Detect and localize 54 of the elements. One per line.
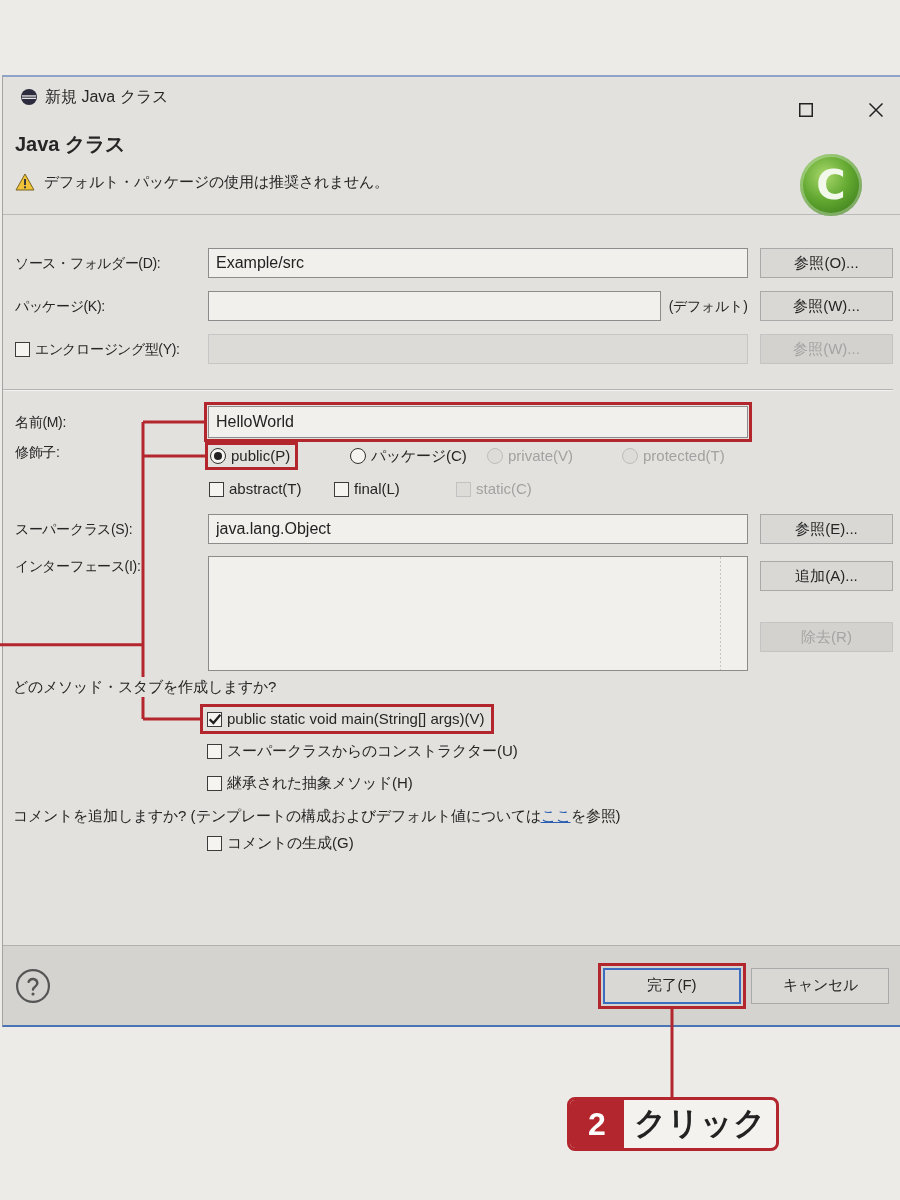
option-label: protected(T) bbox=[643, 446, 725, 466]
field-suffix: (デフォルト) bbox=[668, 297, 748, 316]
tick-icon bbox=[208, 713, 221, 725]
radio-button[interactable] bbox=[210, 448, 226, 464]
checkbox[interactable] bbox=[209, 481, 224, 497]
list-button[interactable]: 追加(A)... bbox=[760, 561, 893, 591]
text-field[interactable]: java.lang.Object bbox=[208, 514, 748, 544]
radio-button[interactable] bbox=[350, 448, 366, 464]
option-label: コメントの生成(G) bbox=[227, 833, 354, 853]
field-label: 修飾子: bbox=[15, 443, 60, 462]
option-label: abstract(T) bbox=[229, 479, 302, 499]
close-icon bbox=[869, 103, 883, 117]
checkbox[interactable] bbox=[207, 775, 222, 791]
option-label: 継承された抽象メソッド(H) bbox=[227, 773, 413, 793]
field-label: インターフェース(I): bbox=[15, 557, 141, 576]
radio-dot-icon bbox=[214, 452, 222, 460]
warning-message: デフォルト・パッケージの使用は推奨されません。 bbox=[44, 172, 389, 192]
step-label: クリック bbox=[633, 1104, 767, 1143]
checkbox[interactable] bbox=[207, 743, 222, 759]
dialog-button[interactable]: キャンセル bbox=[751, 967, 889, 1004]
option-label: public(P) bbox=[231, 446, 291, 466]
text-field[interactable]: Example/src bbox=[208, 248, 748, 278]
window-title: 新規 Java クラス bbox=[45, 87, 168, 107]
option-label: パッケージ(C) bbox=[371, 446, 467, 466]
warning-icon bbox=[15, 173, 35, 191]
field-label: ソース・フォルダー(D): bbox=[15, 254, 161, 273]
class-logo: C bbox=[800, 154, 862, 216]
text-field[interactable] bbox=[208, 291, 661, 321]
list-box[interactable] bbox=[208, 556, 748, 671]
section-question: コメントを追加しますか? (テンプレートの構成およびデフォルト値についてはここ を参照) bbox=[13, 806, 621, 826]
help-icon[interactable] bbox=[16, 968, 50, 1003]
field-label: パッケージ(K): bbox=[15, 297, 105, 316]
dialog-button[interactable]: 完了(F) bbox=[603, 967, 741, 1004]
maximize-icon bbox=[799, 103, 813, 117]
field-label: 名前(M): bbox=[15, 413, 67, 432]
step-number: 2 bbox=[570, 1100, 624, 1148]
browse-button[interactable]: 参照(O)... bbox=[760, 248, 893, 278]
option-label: final(L) bbox=[354, 479, 400, 499]
browse-button[interactable]: 参照(E)... bbox=[760, 514, 893, 544]
checkbox[interactable] bbox=[334, 481, 349, 497]
option-label: スーパークラスからのコンストラクター(U) bbox=[227, 741, 518, 761]
template-link[interactable]: ここ bbox=[540, 807, 571, 824]
page-title: Java クラス bbox=[15, 132, 127, 157]
text-field[interactable]: HelloWorld bbox=[208, 406, 748, 438]
option-label: private(V) bbox=[508, 446, 574, 466]
checkbox[interactable] bbox=[207, 835, 222, 851]
checkbox[interactable] bbox=[207, 711, 222, 727]
section-question: どのメソッド・スタブを作成しますか? bbox=[13, 677, 277, 697]
field-label: スーパークラス(S): bbox=[15, 520, 133, 539]
field-label: エンクロージング型(Y): bbox=[35, 340, 180, 359]
browse-button[interactable]: 参照(W)... bbox=[760, 291, 893, 321]
option-label: static(C) bbox=[476, 479, 532, 499]
striped-circle-icon bbox=[21, 89, 37, 105]
option-label: public static void main(String[] args)(V) bbox=[227, 709, 485, 729]
